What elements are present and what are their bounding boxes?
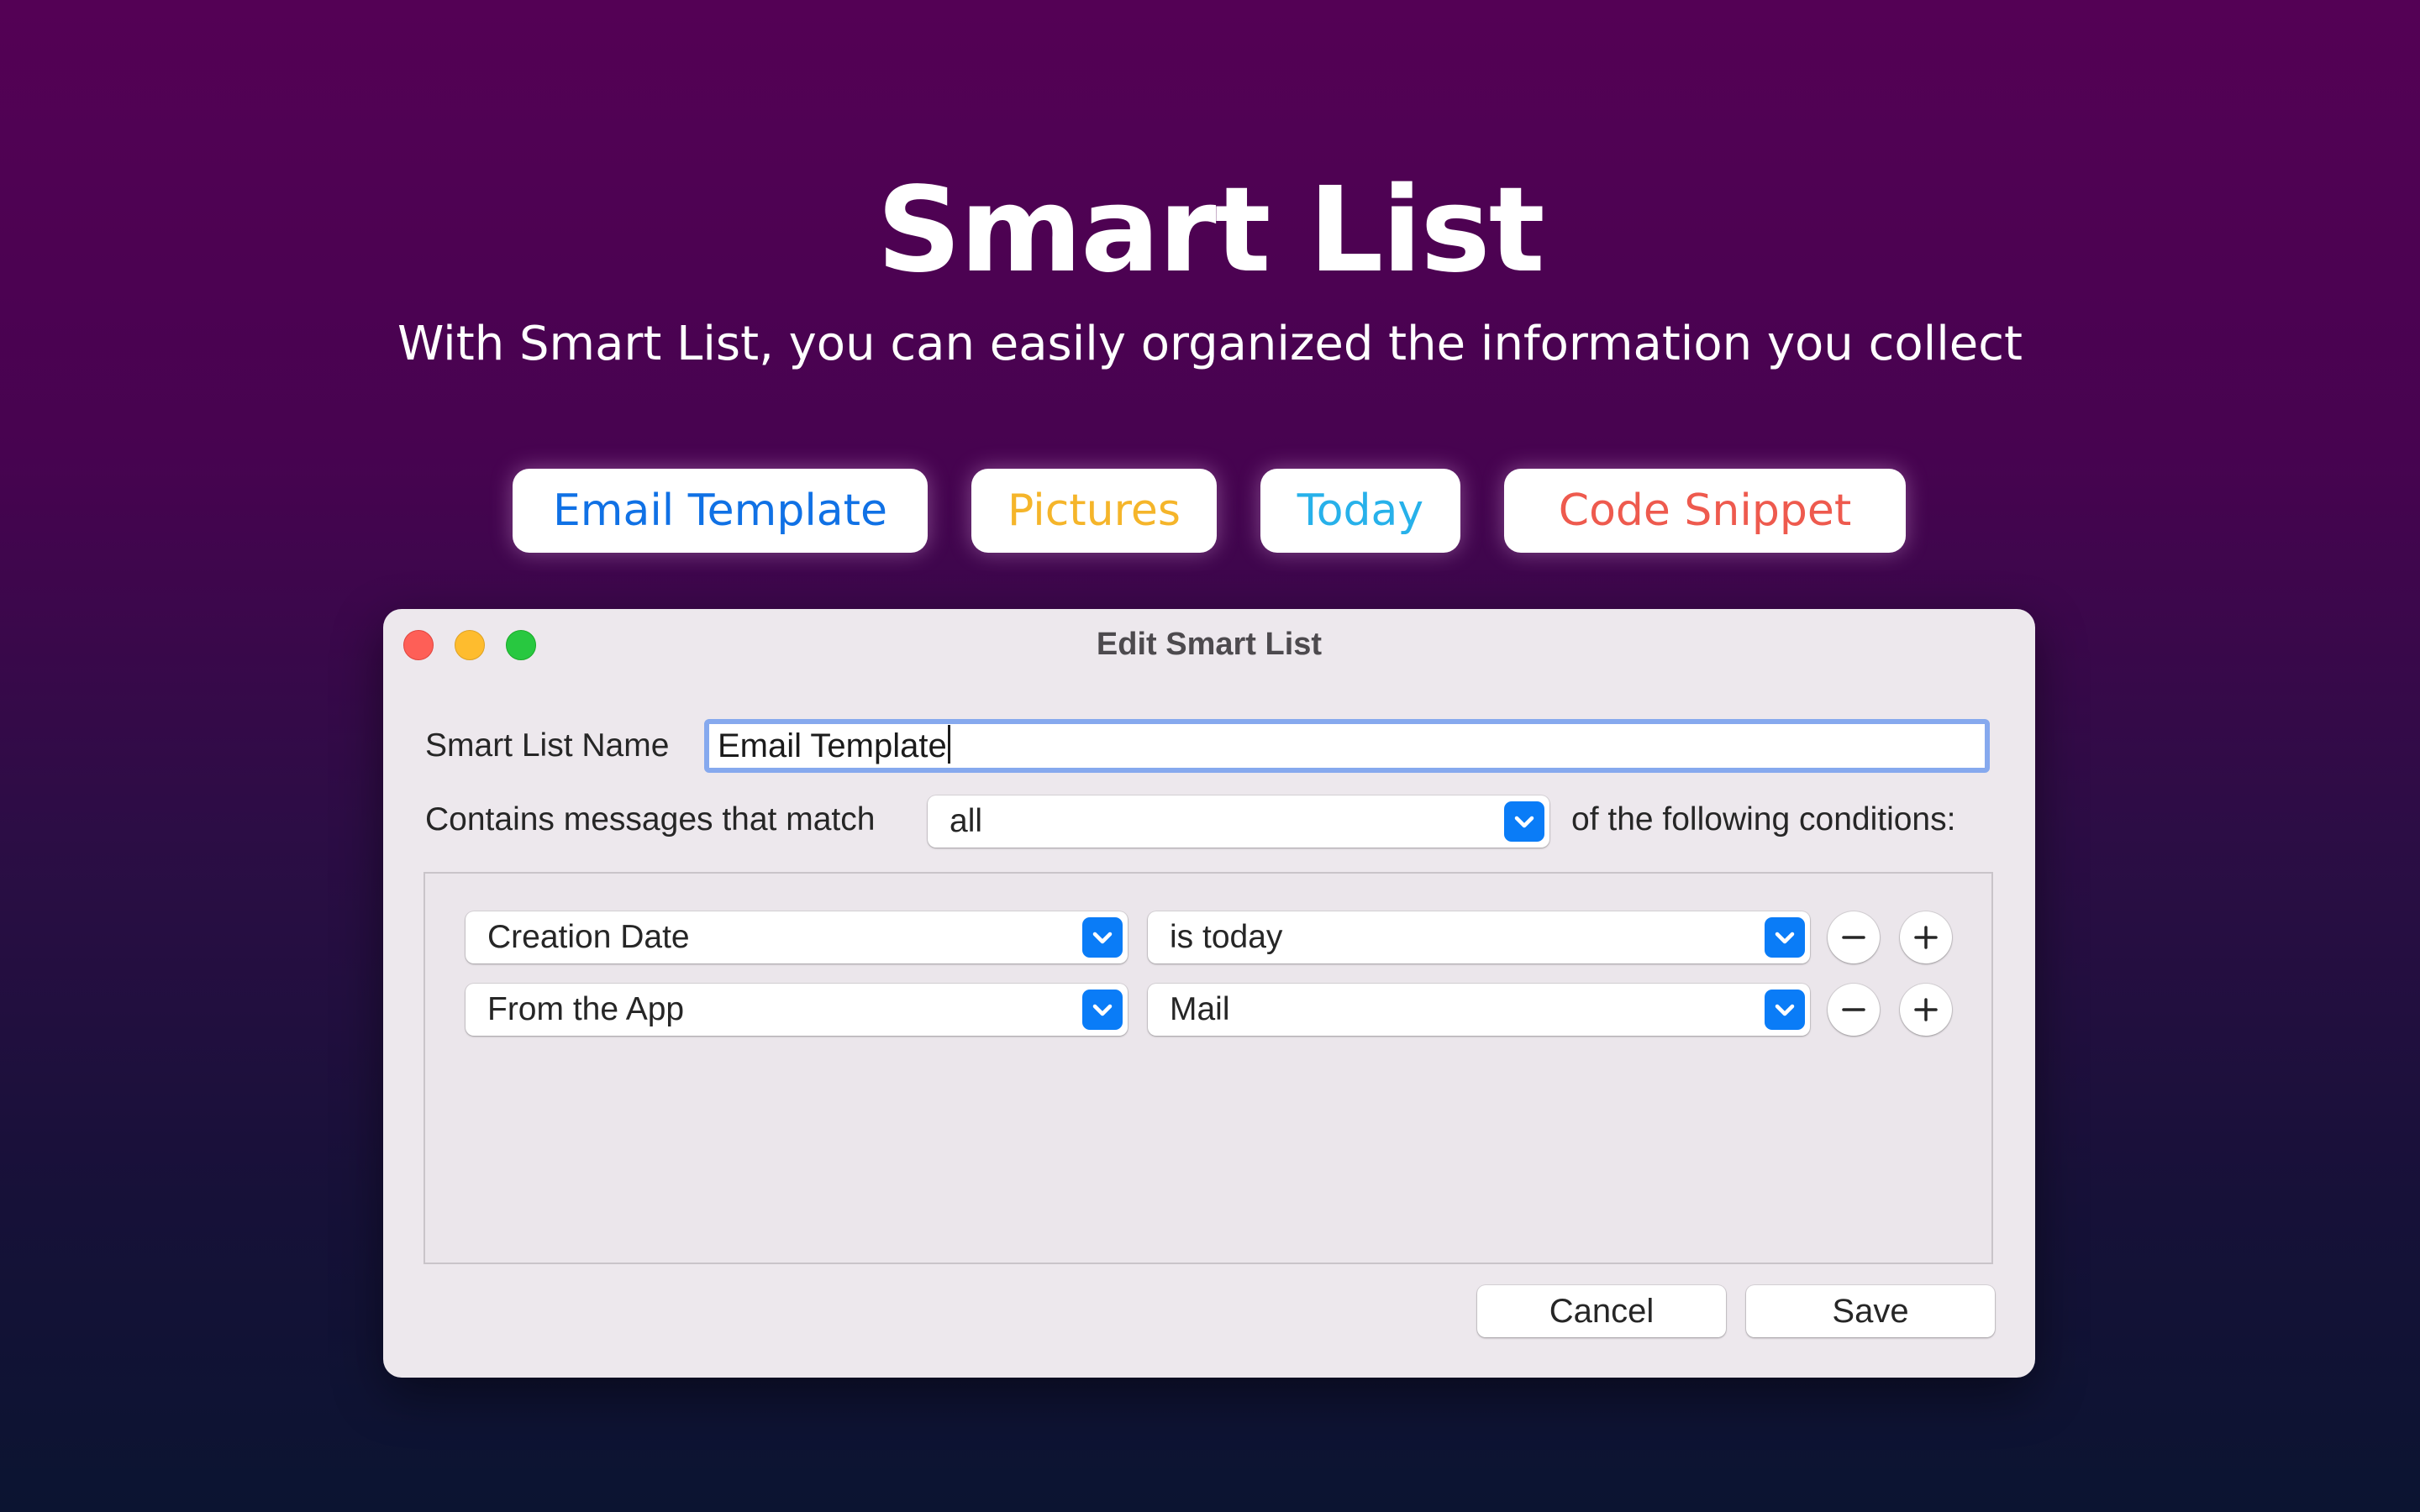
plus-icon [1914,926,1938,949]
condition-operator-select[interactable]: is today [1148,911,1810,963]
cancel-button[interactable]: Cancel [1477,1285,1726,1337]
hero-title: Smart List [876,162,1544,299]
condition-field-select[interactable]: Creation Date [466,911,1128,963]
condition-operator-value: Mail [1170,991,1230,1027]
window-title: Edit Smart List [1096,627,1323,662]
add-condition-button[interactable] [1900,911,1952,963]
chip-pictures[interactable]: Pictures [971,469,1217,553]
hero-subtitle: With Smart List, you can easily organize… [397,317,2023,371]
chevron-down-icon [1082,917,1123,958]
edit-smart-list-window: Edit Smart List Smart List Name Email Te… [383,609,2035,1378]
smart-list-name-field[interactable]: Email Template [704,719,1990,773]
remove-condition-button[interactable] [1828,984,1880,1036]
text-caret [947,725,950,764]
chevron-down-icon [1765,990,1805,1030]
condition-operator-value: is today [1170,919,1283,955]
minus-icon [1842,936,1865,939]
condition-operator-select[interactable]: Mail [1148,984,1810,1036]
match-mode-value: all [950,803,983,839]
smart-list-name-value: Email Template [718,727,947,764]
condition-field-value: From the App [487,991,685,1027]
remove-condition-button[interactable] [1828,911,1880,963]
plus-icon [1914,998,1938,1021]
chip-email-template[interactable]: Email Template [513,469,928,553]
save-button[interactable]: Save [1746,1285,1995,1337]
match-label: Contains messages that match [425,801,876,837]
chip-code-snippet[interactable]: Code Snippet [1504,469,1906,553]
add-condition-button[interactable] [1900,984,1952,1036]
match-mode-select[interactable]: all [928,795,1549,848]
chevron-down-icon [1504,801,1544,842]
condition-field-select[interactable]: From the App [466,984,1128,1036]
chevron-down-icon [1765,917,1805,958]
match-suffix-label: of the following conditions: [1571,801,1956,837]
minus-icon [1842,1008,1865,1011]
smart-list-name-label: Smart List Name [425,727,670,764]
chip-today[interactable]: Today [1260,469,1460,553]
chevron-down-icon [1082,990,1123,1030]
condition-field-value: Creation Date [487,919,690,955]
